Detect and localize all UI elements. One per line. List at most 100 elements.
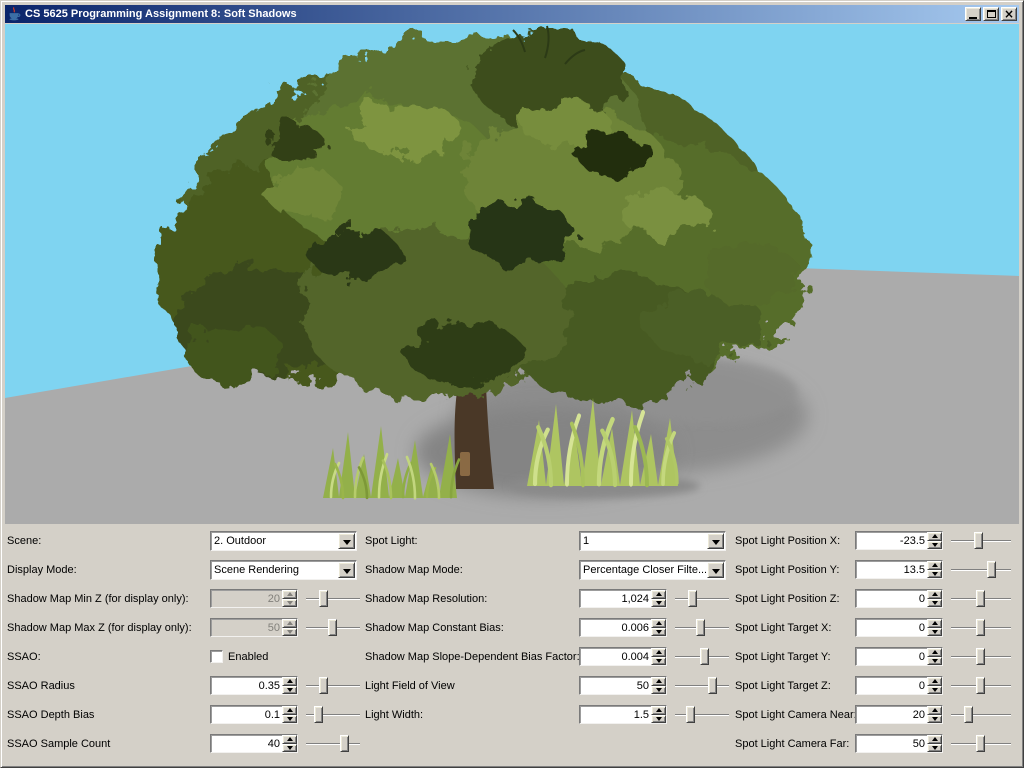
shadow-map-slope-bias-slider[interactable] bbox=[674, 647, 730, 666]
spinner-up-button[interactable] bbox=[927, 590, 942, 599]
spinner-value[interactable]: 0 bbox=[856, 590, 927, 607]
ssao-sample-count-slider[interactable] bbox=[305, 734, 361, 753]
ssao-depth-bias-spinner[interactable]: 0.1 bbox=[210, 705, 298, 724]
spinner-down-button[interactable] bbox=[927, 657, 942, 666]
title-bar[interactable]: CS 5625 Programming Assignment 8: Soft S… bbox=[5, 5, 1019, 23]
spinner-up-button[interactable] bbox=[282, 677, 297, 686]
slider-thumb[interactable] bbox=[686, 706, 695, 723]
spinner-down-button[interactable] bbox=[927, 599, 942, 608]
spinner-down-button[interactable] bbox=[651, 686, 666, 695]
scene-dropdown-button[interactable] bbox=[338, 533, 355, 549]
spinner-value[interactable]: 50 bbox=[580, 677, 651, 694]
slider-thumb[interactable] bbox=[974, 532, 983, 549]
shadow-map-resolution-slider[interactable] bbox=[674, 589, 730, 608]
spinner-up-button[interactable] bbox=[927, 706, 942, 715]
shadow-map-min-z-slider[interactable] bbox=[305, 589, 361, 608]
spinner-value[interactable]: 0.35 bbox=[211, 677, 282, 694]
spot-light-position-y-slider[interactable] bbox=[950, 560, 1012, 579]
spinner-down-button[interactable] bbox=[282, 744, 297, 753]
spinner-value[interactable]: 1.5 bbox=[580, 706, 651, 723]
spinner-up-button[interactable] bbox=[927, 561, 942, 570]
light-width-slider[interactable] bbox=[674, 705, 730, 724]
spinner-up-button[interactable] bbox=[651, 590, 666, 599]
shadow-map-mode-dropdown-button[interactable] bbox=[707, 562, 724, 578]
spot-light-target-x-slider[interactable] bbox=[950, 618, 1012, 637]
shadow-map-min-z-spinner[interactable]: 20 bbox=[210, 589, 298, 608]
spinner-up-button[interactable] bbox=[282, 590, 297, 599]
ssao-depth-bias-slider[interactable] bbox=[305, 705, 361, 724]
spinner-value[interactable]: 20 bbox=[211, 590, 282, 607]
spot-light-position-z-spinner[interactable]: 0 bbox=[855, 589, 943, 608]
light-width-spinner[interactable]: 1.5 bbox=[579, 705, 667, 724]
light-fov-spinner[interactable]: 50 bbox=[579, 676, 667, 695]
spinner-up-button[interactable] bbox=[651, 648, 666, 657]
shadow-map-max-z-slider[interactable] bbox=[305, 618, 361, 637]
spinner-value[interactable]: 1,024 bbox=[580, 590, 651, 607]
shadow-map-slope-bias-spinner[interactable]: 0.004 bbox=[579, 647, 667, 666]
spinner-value[interactable]: 50 bbox=[211, 619, 282, 636]
minimize-button[interactable] bbox=[965, 7, 981, 21]
ssao-radius-slider[interactable] bbox=[305, 676, 361, 695]
slider-thumb[interactable] bbox=[328, 619, 337, 636]
ssao-radius-spinner[interactable]: 0.35 bbox=[210, 676, 298, 695]
slider-thumb[interactable] bbox=[696, 619, 705, 636]
slider-thumb[interactable] bbox=[987, 561, 996, 578]
spinner-down-button[interactable] bbox=[927, 570, 942, 579]
spinner-up-button[interactable] bbox=[651, 677, 666, 686]
spinner-down-button[interactable] bbox=[927, 715, 942, 724]
spinner-up-button[interactable] bbox=[927, 648, 942, 657]
spot-light-dropdown-button[interactable] bbox=[707, 533, 724, 549]
spot-light-position-y-spinner[interactable]: 13.5 bbox=[855, 560, 943, 579]
spinner-up-button[interactable] bbox=[282, 706, 297, 715]
slider-thumb[interactable] bbox=[700, 648, 709, 665]
spinner-down-button[interactable] bbox=[282, 686, 297, 695]
slider-thumb[interactable] bbox=[340, 735, 349, 752]
close-button[interactable]: × bbox=[1001, 7, 1017, 21]
spot-light-target-y-spinner[interactable]: 0 bbox=[855, 647, 943, 666]
spinner-value[interactable]: 40 bbox=[211, 735, 282, 752]
spinner-up-button[interactable] bbox=[927, 619, 942, 628]
spot-light-position-x-slider[interactable] bbox=[950, 531, 1012, 550]
shadow-map-max-z-spinner[interactable]: 50 bbox=[210, 618, 298, 637]
spinner-down-button[interactable] bbox=[651, 628, 666, 637]
slider-thumb[interactable] bbox=[319, 590, 328, 607]
spinner-value[interactable]: 0 bbox=[856, 677, 927, 694]
spinner-value[interactable]: 0.006 bbox=[580, 619, 651, 636]
spinner-value[interactable]: 13.5 bbox=[856, 561, 927, 578]
shadow-map-constant-bias-slider[interactable] bbox=[674, 618, 730, 637]
spinner-up-button[interactable] bbox=[927, 735, 942, 744]
display-mode-select[interactable]: Scene Rendering bbox=[210, 560, 357, 580]
spinner-down-button[interactable] bbox=[282, 628, 297, 637]
spinner-up-button[interactable] bbox=[927, 532, 942, 541]
spot-light-target-y-slider[interactable] bbox=[950, 647, 1012, 666]
ssao-sample-count-spinner[interactable]: 40 bbox=[210, 734, 298, 753]
light-fov-slider[interactable] bbox=[674, 676, 730, 695]
spinner-value[interactable]: 0 bbox=[856, 648, 927, 665]
shadow-map-resolution-spinner[interactable]: 1,024 bbox=[579, 589, 667, 608]
spinner-down-button[interactable] bbox=[927, 686, 942, 695]
spinner-down-button[interactable] bbox=[927, 744, 942, 753]
shadow-map-constant-bias-spinner[interactable]: 0.006 bbox=[579, 618, 667, 637]
spinner-up-button[interactable] bbox=[651, 619, 666, 628]
spinner-down-button[interactable] bbox=[927, 541, 942, 550]
slider-thumb[interactable] bbox=[708, 677, 717, 694]
slider-thumb[interactable] bbox=[688, 590, 697, 607]
ssao-enabled-checkbox[interactable] bbox=[210, 650, 223, 663]
slider-thumb[interactable] bbox=[976, 677, 985, 694]
spinner-down-button[interactable] bbox=[651, 715, 666, 724]
spot-light-camera-far-slider[interactable] bbox=[950, 734, 1012, 753]
spinner-down-button[interactable] bbox=[282, 599, 297, 608]
spinner-up-button[interactable] bbox=[282, 735, 297, 744]
display-mode-dropdown-button[interactable] bbox=[338, 562, 355, 578]
slider-thumb[interactable] bbox=[314, 706, 323, 723]
maximize-button[interactable] bbox=[983, 7, 999, 21]
shadow-map-mode-select[interactable]: Percentage Closer Filte... bbox=[579, 560, 726, 580]
spot-light-target-x-spinner[interactable]: 0 bbox=[855, 618, 943, 637]
spot-light-target-z-slider[interactable] bbox=[950, 676, 1012, 695]
spinner-down-button[interactable] bbox=[651, 599, 666, 608]
spinner-up-button[interactable] bbox=[927, 677, 942, 686]
viewport-3d[interactable] bbox=[5, 24, 1019, 524]
slider-thumb[interactable] bbox=[976, 648, 985, 665]
spinner-down-button[interactable] bbox=[651, 657, 666, 666]
spot-light-camera-near-spinner[interactable]: 20 bbox=[855, 705, 943, 724]
